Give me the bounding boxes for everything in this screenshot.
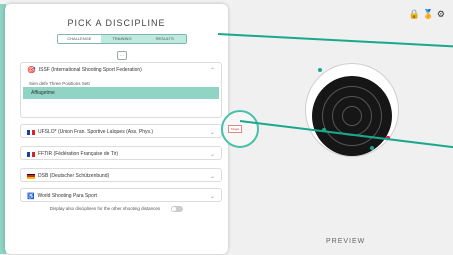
federation-group-fftir[interactable]: FFTIR (Fédération Française de Tir) ⌄ <box>20 146 222 160</box>
group-header[interactable]: 🎯 ISSF (International Shooting Sport Fed… <box>21 63 221 77</box>
chevron-down-icon: ⌄ <box>209 193 215 200</box>
shot-mark <box>318 68 322 72</box>
federation-group-wspps[interactable]: ♿ World Shooting Para Sport ⌄ <box>20 188 222 202</box>
edge-tag: Target <box>228 125 242 133</box>
other-distances-row: Display also disciplines for the other s… <box>45 206 205 212</box>
tab-challenge[interactable]: CHALLENGE <box>58 35 101 43</box>
preview-label: PREVIEW <box>326 238 366 245</box>
group-label: FFTIR (Fédération Française de Tir) <box>38 151 119 157</box>
federation-group-issf[interactable]: 🎯 ISSF (International Shooting Sport Fed… <box>20 62 222 118</box>
wsps-logo-icon: ♿ <box>27 193 35 200</box>
federation-group-dsb[interactable]: DSB (Deutscher Schützenbund) ⌄ <box>20 168 222 182</box>
group-label: World Shooting Para Sport <box>37 193 97 199</box>
chevron-down-icon: ⌄ <box>209 151 215 158</box>
group-header[interactable]: FFTIR (Fédération Française de Tir) ⌄ <box>21 147 221 161</box>
chevron-down-icon: ⌄ <box>209 173 215 180</box>
group-header[interactable]: UFSLO* (Union Fran. Sportive Laïques (As… <box>21 125 221 139</box>
toggle-label: Display also disciplines for the other s… <box>49 206 161 211</box>
more-button[interactable]: ... <box>117 51 127 60</box>
group-label: ISSF (International Shooting Sport Feder… <box>38 67 142 73</box>
discipline-panel: PICK A DISCIPLINE CHALLENGE TRAINING RES… <box>5 4 228 254</box>
france-flag-icon <box>27 151 36 157</box>
tab-results[interactable]: RESULTS <box>143 35 186 43</box>
group-label: DSB (Deutscher Schützenbund) <box>38 173 110 179</box>
gear-icon[interactable]: ⚙ <box>437 10 445 19</box>
group-header[interactable]: DSB (Deutscher Schützenbund) ⌄ <box>21 169 221 183</box>
shot-mark <box>370 146 374 150</box>
group-header[interactable]: ♿ World Shooting Para Sport ⌄ <box>21 189 221 203</box>
germany-flag-icon <box>27 173 35 179</box>
selected-discipline[interactable]: Affiagetme <box>23 87 219 99</box>
chevron-down-icon: ⌄ <box>209 129 215 136</box>
lock-icon[interactable]: 🔒 <box>408 10 419 19</box>
federation-group-ufslo[interactable]: UFSLO* (Union Fran. Sportive Laïques (As… <box>20 124 222 138</box>
issf-logo-icon: 🎯 <box>27 67 36 74</box>
tab-bar: CHALLENGE TRAINING RESULTS <box>57 34 187 44</box>
top-icons: 🔒 🏅 ⚙ <box>408 10 445 19</box>
france-flag-icon <box>27 129 36 135</box>
app-root: 🔒 🏅 ⚙ PREVIEW PICK A DISCIPLINE CHALLENG… <box>0 0 453 255</box>
tab-training[interactable]: TRAINING <box>100 35 144 43</box>
target-ring <box>342 106 362 126</box>
group-subtitle: Sien defe Three Positions Sett <box>29 81 90 86</box>
other-distances-toggle[interactable] <box>171 206 183 212</box>
group-label: UFSLO* (Union Fran. Sportive Laïques (As… <box>38 129 154 135</box>
medal-icon[interactable]: 🏅 <box>423 10 434 19</box>
page-title: PICK A DISCIPLINE <box>67 18 166 28</box>
chevron-up-icon: ⌃ <box>209 67 215 74</box>
